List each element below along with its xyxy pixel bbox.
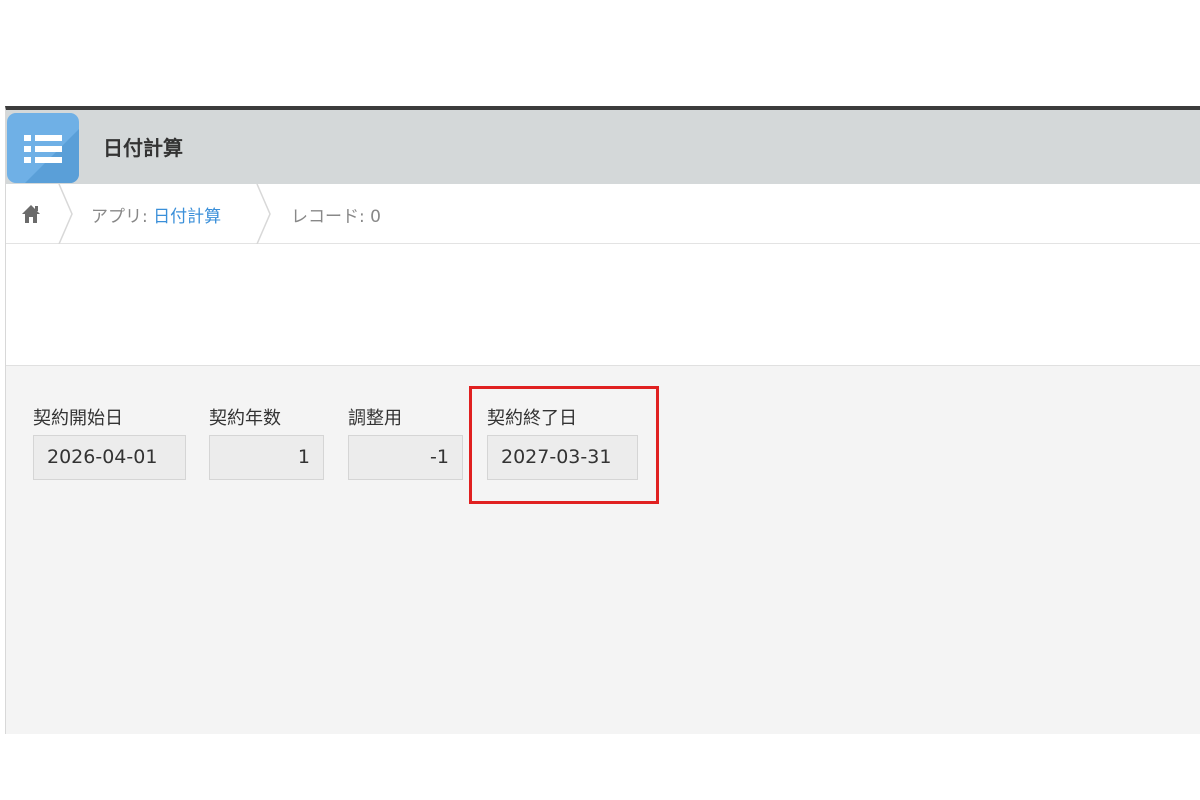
highlight-box (469, 386, 659, 504)
home-icon[interactable] (20, 203, 42, 225)
breadcrumb-app: アプリ: 日付計算 (91, 202, 221, 227)
field-value-adjustment[interactable]: -1 (348, 435, 463, 480)
breadcrumb-app-link[interactable]: 日付計算 (153, 207, 221, 227)
app-header: 日付計算 (6, 110, 1200, 184)
field-value-contract-years[interactable]: 1 (209, 435, 324, 480)
breadcrumb-separator (256, 184, 271, 244)
breadcrumb-separator (58, 184, 73, 244)
record-form: 契約開始日 2026-04-01 契約年数 1 調整用 -1 契約終了日 202… (6, 366, 1200, 734)
app-window: 日付計算 アプリ: 日付計算 レコード: 0 契約開始日 2026-04-01 … (5, 106, 1200, 734)
app-title: 日付計算 (103, 136, 183, 160)
field-value-contract-start[interactable]: 2026-04-01 (33, 435, 186, 480)
toolbar-area (6, 244, 1200, 366)
breadcrumb-record: レコード: 0 (291, 207, 381, 227)
breadcrumb-app-prefix: アプリ: (91, 207, 154, 227)
list-icon[interactable] (7, 113, 79, 183)
field-label-adjustment: 調整用 (348, 408, 402, 429)
field-label-contract-start: 契約開始日 (33, 408, 123, 429)
breadcrumb: アプリ: 日付計算 レコード: 0 (6, 184, 1200, 244)
field-label-contract-years: 契約年数 (209, 408, 281, 429)
